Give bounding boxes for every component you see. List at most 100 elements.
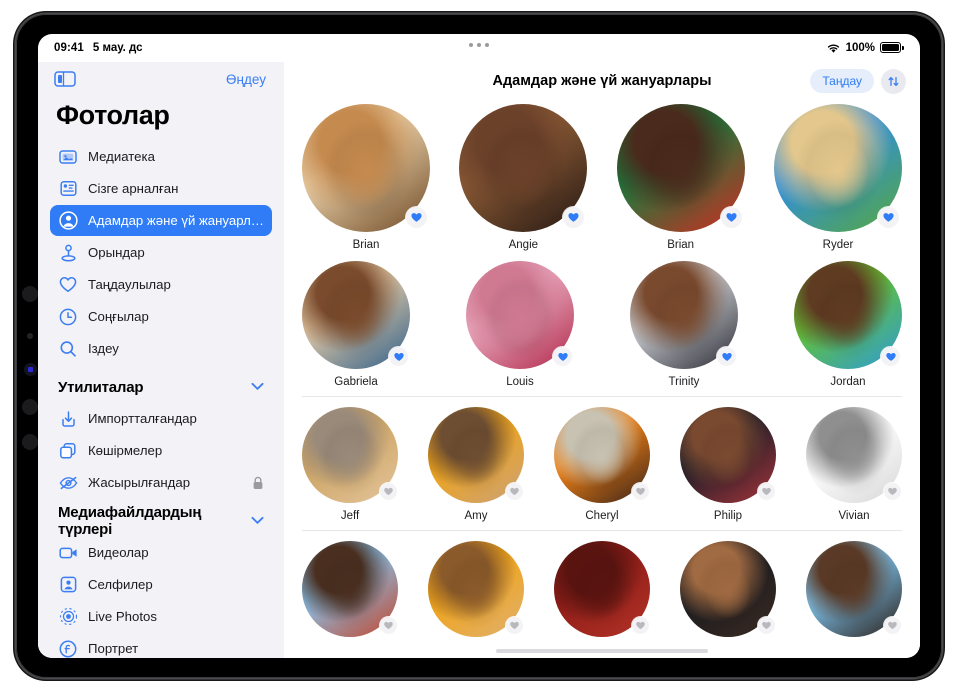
heart-icon (568, 213, 579, 222)
status-date: 5 мау. дс (92, 42, 143, 54)
sidebar-item-portrait[interactable]: Портрет (50, 633, 272, 658)
person-tile[interactable]: Ryder (773, 104, 902, 251)
sidebar-item-imports[interactable]: Импортталғандар (50, 403, 272, 434)
edit-button[interactable]: Өңдеу (224, 70, 268, 89)
sidebar-item-people-pets[interactable]: Адамдар және үй жануарлары (50, 205, 272, 236)
clock-icon (58, 307, 78, 327)
heart-icon (726, 213, 737, 222)
section-header-media-types[interactable]: Медиафайлдардың түрлері (50, 504, 272, 538)
not-favorite-badge[interactable] (758, 483, 775, 500)
main-content: Адамдар және үй жануарлары Таңдау Brian A… (284, 62, 920, 658)
sidebar: Өңдеу Фотолар Медиатека Сізге арналған А… (38, 62, 284, 658)
sidebar-item-live-photos[interactable]: Live Photos (50, 601, 272, 632)
favorite-badge[interactable] (877, 207, 899, 228)
sidebar-item-label: Импортталғандар (88, 411, 197, 426)
sidebar-item-label: Портрет (88, 641, 139, 656)
section-title: Утилиталар (58, 378, 144, 396)
person-tile[interactable]: Vivian (806, 407, 902, 522)
not-favorite-badge[interactable] (758, 617, 775, 634)
sidebar-item-recents[interactable]: Соңғылар (50, 301, 272, 332)
sidebar-item-medialibrary[interactable]: Медиатека (50, 141, 272, 172)
favorite-badge[interactable] (717, 347, 736, 366)
sidebar-item-selfies[interactable]: Селфилер (50, 569, 272, 600)
status-bar: 09:41 5 мау. дс 100% (38, 34, 920, 62)
sidebar-item-hidden[interactable]: Жасырылғандар (50, 467, 272, 498)
not-favorite-badge[interactable] (884, 617, 901, 634)
avatar-wrap (554, 541, 650, 637)
sidebar-item-for-you[interactable]: Сізге арналған (50, 173, 272, 204)
person-tile[interactable]: Jordan (794, 261, 902, 388)
not-favorite-badge[interactable] (506, 617, 523, 634)
people-grid[interactable]: Brian Angie Brian Ryder Gabriela Louis Trinity… (284, 100, 920, 658)
person-tile[interactable]: Gabriela (302, 261, 410, 388)
not-favorite-badge[interactable] (380, 483, 397, 500)
sidebar-item-label: Жасырылғандар (88, 475, 191, 490)
person-name: Louis (506, 376, 534, 388)
indicator-light (24, 363, 37, 376)
heart-icon (721, 352, 732, 361)
multitask-dots-icon[interactable] (469, 43, 489, 47)
favorite-badge[interactable] (406, 207, 427, 228)
volume-up-button[interactable] (22, 286, 38, 302)
page-title: Фотолар (56, 100, 170, 130)
side-button[interactable] (22, 434, 38, 450)
person-tile[interactable]: Cheryl (554, 407, 650, 522)
person-tile[interactable] (806, 541, 902, 644)
sidebar-item-label: Сізге арналған (88, 181, 179, 196)
heart-icon (636, 621, 645, 630)
favorite-badge[interactable] (881, 347, 900, 366)
person-tile[interactable] (428, 541, 524, 644)
sidebar-toggle-icon[interactable] (54, 70, 76, 88)
section-header-utilities[interactable]: Утилиталар (50, 371, 272, 403)
not-favorite-badge[interactable] (884, 483, 901, 500)
person-name: Gabriela (334, 376, 378, 388)
person-tile[interactable] (554, 541, 650, 644)
not-favorite-badge[interactable] (632, 617, 649, 634)
heart-icon (888, 487, 897, 496)
sidebar-item-label: Орындар (88, 245, 145, 260)
person-tile[interactable]: Louis (466, 261, 574, 388)
person-tile[interactable]: Brian (616, 104, 745, 251)
select-button[interactable]: Таңдау (810, 69, 874, 93)
chevron-down-icon[interactable] (251, 512, 264, 530)
person-name: Brian (667, 239, 695, 251)
not-favorite-badge[interactable] (632, 483, 649, 500)
sidebar-item-search[interactable]: Іздеу (50, 333, 272, 364)
app-body: Өңдеу Фотолар Медиатека Сізге арналған А… (38, 62, 920, 658)
volume-down-button[interactable] (22, 399, 38, 415)
not-favorite-badge[interactable] (380, 617, 397, 634)
person-tile[interactable]: Philip (680, 407, 776, 522)
places-pin-icon (58, 243, 78, 263)
chevron-down-icon[interactable] (251, 378, 264, 396)
sidebar-item-places[interactable]: Орындар (50, 237, 272, 268)
person-tile[interactable] (302, 541, 398, 644)
sort-arrows-icon (888, 76, 899, 86)
dot (469, 43, 473, 47)
home-indicator[interactable] (496, 649, 708, 653)
import-icon (58, 409, 78, 429)
person-tile[interactable]: Angie (459, 104, 588, 251)
person-tile[interactable]: Amy (428, 407, 524, 522)
sidebar-item-favorites[interactable]: Таңдаулылар (50, 269, 272, 300)
avatar-wrap (466, 261, 574, 369)
sidebar-item-duplicates[interactable]: Көшірмелер (50, 435, 272, 466)
people-row: Gabriela Louis Trinity Jordan (302, 261, 902, 388)
person-name: Angie (508, 239, 539, 251)
not-favorite-badge[interactable] (506, 483, 523, 500)
heart-icon (762, 487, 771, 496)
video-icon (58, 543, 78, 563)
person-tile[interactable]: Jeff (302, 407, 398, 522)
person-tile[interactable] (680, 541, 776, 644)
avatar-wrap (616, 104, 745, 232)
favorite-badge[interactable] (720, 207, 742, 228)
photo-library-icon (58, 147, 78, 167)
favorite-badge[interactable] (389, 347, 408, 366)
heart-icon (384, 487, 393, 496)
person-tile[interactable]: Brian (302, 104, 430, 251)
person-tile[interactable]: Trinity (630, 261, 738, 388)
sort-button[interactable] (881, 68, 906, 94)
favorite-badge[interactable] (553, 347, 572, 366)
people-row: Brian Angie Brian Ryder (302, 104, 902, 251)
sidebar-item-videos[interactable]: Видеолар (50, 537, 272, 568)
ipad-screen: 09:41 5 мау. дс 100% Өңдеу Фотолар Медиа… (38, 34, 920, 658)
